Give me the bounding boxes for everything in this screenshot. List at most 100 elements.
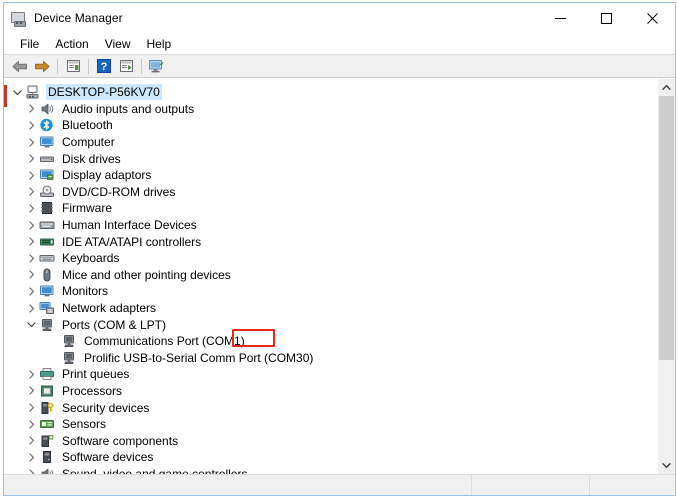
tree-item-ide-ata-atapi-controllers[interactable]: IDE ATA/ATAPI controllers [4, 233, 657, 250]
security-device-icon [39, 400, 56, 416]
chevron-right-icon[interactable] [24, 303, 39, 313]
monitor-icon [39, 283, 56, 299]
vertical-scrollbar[interactable] [657, 79, 675, 474]
tree-item-label: Bluetooth [62, 118, 113, 133]
chevron-right-icon[interactable] [24, 370, 39, 379]
speaker-icon [39, 101, 56, 117]
tree-item-network-adapters[interactable]: Network adapters [4, 300, 657, 317]
keyboard-icon [39, 250, 56, 266]
tree-item-label: Computer [62, 135, 115, 150]
disk-drive-icon [39, 151, 56, 167]
edge-annotation-mark [4, 85, 7, 107]
help-button[interactable]: ? [93, 56, 115, 76]
toolbar-separator [57, 58, 58, 74]
svg-text:?: ? [101, 61, 108, 73]
tree-item-computer[interactable]: Computer [4, 134, 657, 151]
hid-icon [39, 217, 56, 233]
chevron-right-icon[interactable] [24, 453, 39, 462]
chevron-right-icon[interactable] [24, 420, 39, 429]
chevron-right-icon[interactable] [24, 104, 39, 113]
tree-item-sensors[interactable]: Sensors [4, 416, 657, 433]
tree-item-sound-video-and-game-controllers[interactable]: Sound, video and game controllers [4, 466, 657, 474]
window-title: Device Manager [34, 11, 123, 25]
chevron-right-icon[interactable] [24, 137, 39, 147]
device-tree[interactable]: DESKTOP-P56KV70 Audio inputs and outputs [4, 79, 657, 474]
chevron-right-icon[interactable] [24, 237, 39, 246]
tree-item-keyboards[interactable]: Keyboards [4, 250, 657, 267]
tree-item-label: Firmware [62, 201, 112, 216]
chevron-down-icon[interactable] [10, 88, 25, 97]
tree-item-label: Disk drives [62, 151, 121, 166]
scrollbar-thumb[interactable] [659, 96, 674, 360]
tree-item-label: Monitors [62, 284, 109, 299]
tree-item-dvd-cd-rom-drives[interactable]: DVD/CD-ROM drives [4, 184, 657, 201]
chevron-right-icon[interactable] [24, 154, 39, 163]
tree-item-software-devices[interactable]: Software devices [4, 449, 657, 466]
minimize-button[interactable] [537, 3, 583, 33]
menu-help[interactable]: Help [139, 35, 180, 53]
tree-item-label: Keyboards [62, 251, 120, 266]
software-component-icon [39, 433, 56, 449]
tree-item-audio-inputs-and-outputs[interactable]: Audio inputs and outputs [4, 101, 657, 118]
chevron-right-icon[interactable] [24, 270, 39, 279]
chevron-right-icon[interactable] [24, 187, 39, 196]
mouse-icon [39, 267, 56, 283]
tree-item-monitors[interactable]: Monitors [4, 283, 657, 300]
status-panel-2 [472, 475, 590, 495]
tree-item-processors[interactable]: Processors [4, 383, 657, 400]
menu-file[interactable]: File [12, 35, 47, 53]
chevron-right-icon[interactable] [24, 254, 39, 263]
toolbar-separator [88, 58, 89, 74]
tree-item-print-queues[interactable]: Print queues [4, 366, 657, 383]
firmware-icon [39, 200, 56, 216]
scrollbar-track[interactable] [658, 96, 675, 457]
properties-button[interactable] [62, 56, 84, 76]
chevron-right-icon[interactable] [24, 436, 39, 445]
status-bar [4, 474, 675, 495]
scan-hardware-button[interactable] [146, 56, 168, 76]
update-driver-button[interactable] [115, 56, 137, 76]
tree-item-label: Security devices [62, 400, 150, 415]
back-button[interactable] [9, 56, 31, 76]
tree-item-communications-port-com1[interactable]: Communications Port (COM1) [4, 333, 657, 350]
chevron-right-icon[interactable] [24, 287, 39, 296]
printer-icon [39, 366, 56, 382]
tree-item-label: Processors [62, 383, 123, 398]
maximize-button[interactable] [583, 3, 629, 33]
chevron-right-icon[interactable] [24, 386, 39, 396]
title-bar[interactable]: Device Manager [4, 3, 675, 33]
tree-item-label: Sensors [62, 417, 107, 432]
processor-icon [39, 383, 56, 399]
menu-action[interactable]: Action [47, 35, 96, 53]
tree-item-software-components[interactable]: Software components [4, 432, 657, 449]
chevron-down-icon[interactable] [24, 320, 39, 329]
arrow-left-icon [12, 60, 27, 72]
tree-item-disk-drives[interactable]: Disk drives [4, 150, 657, 167]
scroll-up-button[interactable] [658, 79, 675, 96]
tree-item-ports-com-and-lpt[interactable]: Ports (COM & LPT) [4, 316, 657, 333]
tree-item-label: Sound, video and game controllers [62, 466, 248, 474]
tree-item-root[interactable]: DESKTOP-P56KV70 [4, 84, 657, 101]
tree-item-display-adaptors[interactable]: Display adaptors [4, 167, 657, 184]
tree-item-label: Ports (COM & LPT) [62, 317, 167, 332]
chevron-right-icon[interactable] [24, 171, 39, 180]
chevron-right-icon[interactable] [24, 469, 39, 474]
port-icon [61, 333, 78, 349]
close-button[interactable] [629, 3, 675, 33]
tree-item-security-devices[interactable]: Security devices [4, 399, 657, 416]
tree-item-bluetooth[interactable]: Bluetooth [4, 117, 657, 134]
chevron-right-icon[interactable] [24, 403, 39, 412]
chevron-right-icon[interactable] [24, 204, 39, 213]
scroll-down-button[interactable] [658, 457, 675, 474]
tree-item-firmware[interactable]: Firmware [4, 200, 657, 217]
menu-view[interactable]: View [97, 35, 139, 53]
device-manager-icon [10, 9, 28, 27]
forward-button[interactable] [31, 56, 53, 76]
tree-item-human-interface-devices[interactable]: Human Interface Devices [4, 217, 657, 234]
dvd-drive-icon [39, 184, 56, 200]
tree-item-mice-and-other-pointing-devices[interactable]: Mice and other pointing devices [4, 267, 657, 284]
chevron-right-icon[interactable] [24, 121, 39, 130]
chevron-right-icon[interactable] [24, 220, 39, 230]
tree-item-prolific-usb-to-serial-comm-port[interactable]: Prolific USB-to-Serial Comm Port (COM30) [4, 350, 657, 367]
update-driver-icon [119, 60, 133, 72]
